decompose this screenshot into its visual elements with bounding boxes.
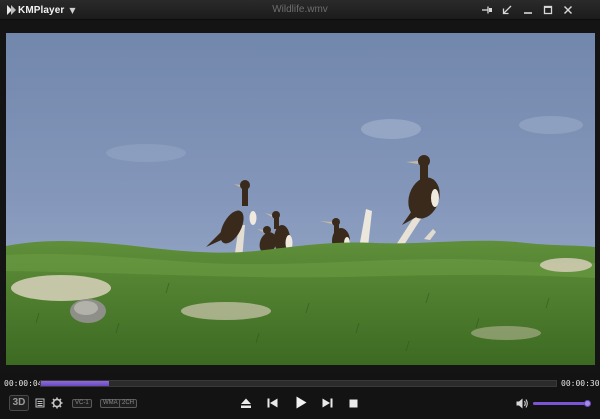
play-icon[interactable] (293, 394, 309, 411)
audio-channels-tag[interactable]: 2CH (119, 399, 138, 408)
close-icon[interactable] (561, 3, 575, 17)
compact-mode-icon[interactable] (500, 3, 514, 17)
seek-progress (41, 381, 110, 386)
previous-icon[interactable] (265, 396, 279, 410)
current-time: 00:00:04 (4, 379, 43, 388)
3d-mode-button[interactable]: 3D (9, 395, 29, 411)
video-frame (6, 33, 595, 365)
3d-label: 3D (12, 397, 26, 408)
pin-icon[interactable] (480, 3, 494, 17)
minimize-icon[interactable] (521, 3, 535, 17)
audio-codec-tag[interactable]: WMA (100, 399, 121, 408)
playlist-icon[interactable] (35, 398, 45, 408)
volume-level (533, 402, 587, 405)
stop-icon[interactable] (347, 397, 359, 409)
total-time: 00:00:30 (561, 379, 600, 388)
video-codec-tag[interactable]: VC-1 (72, 399, 92, 408)
volume-slider[interactable] (533, 402, 588, 405)
speaker-icon[interactable] (516, 397, 529, 409)
volume-knob[interactable] (584, 400, 591, 407)
eject-icon[interactable] (239, 396, 253, 410)
control-bar: 00:00:04 00:00:30 3D VC-1 WMA 2CH (0, 373, 600, 419)
title-bar: KMPlayer ▼ Wildlife.wmv (0, 0, 600, 20)
video-display[interactable] (6, 33, 595, 365)
maximize-icon[interactable] (541, 3, 555, 17)
next-icon[interactable] (320, 396, 334, 410)
settings-icon[interactable] (51, 397, 63, 409)
seek-bar[interactable] (40, 380, 557, 387)
